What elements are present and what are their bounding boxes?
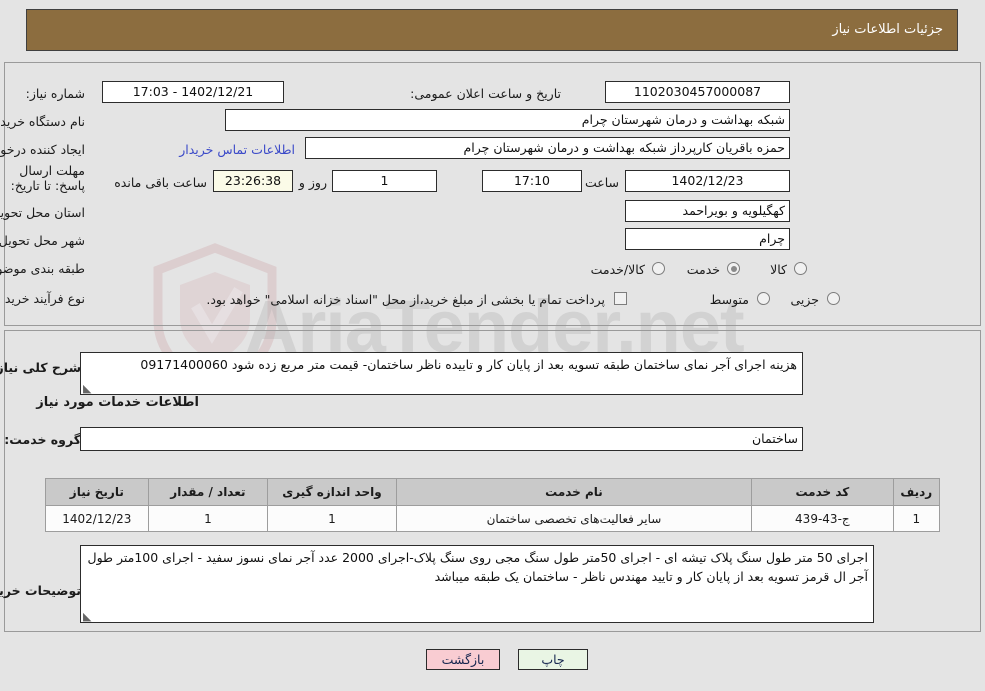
- col-service-code: کد خدمت: [751, 478, 894, 506]
- cell-unit: 1: [267, 505, 397, 532]
- col-quantity: تعداد / مقدار: [147, 478, 269, 506]
- table-header-row: ردیف کد خدمت نام خدمت واحد اندازه گیری ت…: [45, 478, 941, 506]
- buyer-notes-text: اجرای 50 متر طول سنگ پلاک تیشه ای - اجرا…: [87, 550, 869, 584]
- service-group-value[interactable]: ساختمان: [80, 427, 803, 451]
- buyer-org-label: نام دستگاه خریدار:: [0, 114, 85, 129]
- resize-grip-icon[interactable]: ◣: [83, 611, 91, 622]
- radio-process-motavaset[interactable]: [757, 292, 770, 305]
- cell-service-code: ج-43-439: [751, 505, 894, 532]
- deadline-time-value[interactable]: 17:10: [482, 170, 582, 192]
- remaining-days-value[interactable]: 1: [332, 170, 437, 192]
- remaining-hours-label: ساعت باقی مانده: [114, 175, 207, 190]
- radio-process-jozei[interactable]: [827, 292, 840, 305]
- deadline-date-value[interactable]: 1402/12/23: [625, 170, 790, 192]
- radio-label-motavaset: متوسط: [709, 292, 749, 307]
- page-title: جزئیات اطلاعات نیاز: [832, 22, 943, 37]
- countdown-value: 23:26:38: [213, 170, 293, 192]
- radio-classification-kala[interactable]: [794, 262, 807, 275]
- cell-need-date: 1402/12/23: [45, 505, 149, 532]
- announce-datetime-value[interactable]: 1402/12/21 - 17:03: [102, 81, 284, 103]
- deadline-label: مهلت ارسال پاسخ: تا تاریخ:: [10, 163, 85, 193]
- treasury-docs-checkbox[interactable]: [614, 292, 627, 305]
- radio-label-khedmat: خدمت: [686, 262, 720, 277]
- col-service-name: نام خدمت: [395, 478, 753, 506]
- cell-quantity: 1: [147, 505, 269, 532]
- need-number-label: شماره نیاز:: [25, 86, 85, 101]
- services-table: ردیف کد خدمت نام خدمت واحد اندازه گیری ت…: [45, 478, 941, 532]
- province-label: استان محل تحویل:: [0, 205, 85, 220]
- deadline-hour-label: ساعت: [584, 175, 619, 190]
- city-label: شهر محل تحویل:: [0, 233, 85, 248]
- services-heading: اطلاعات خدمات مورد نیاز: [36, 395, 199, 410]
- service-group-label: گروه خدمت:: [4, 432, 81, 447]
- buyer-org-value[interactable]: شبکه بهداشت و درمان شهرستان چرام: [225, 109, 790, 131]
- summary-text: هزینه اجرای آجر نمای ساختمان طبقه تسویه …: [140, 357, 797, 372]
- province-value[interactable]: کهگیلویه و بویراحمد: [625, 200, 790, 222]
- page-root: AriaTender.net جزئیات اطلاعات نیاز شماره…: [0, 0, 985, 691]
- cell-service-name: سایر فعالیت‌های تخصصی ساختمان: [395, 505, 753, 532]
- classification-label: طبقه بندی موضوعی:: [0, 261, 85, 276]
- buyer-notes-textarea[interactable]: اجرای 50 متر طول سنگ پلاک تیشه ای - اجرا…: [80, 545, 874, 623]
- city-value[interactable]: چرام: [625, 228, 790, 250]
- col-unit: واحد اندازه گیری: [267, 478, 397, 506]
- requester-value[interactable]: حمزه باقریان کارپرداز شبکه بهداشت و درما…: [305, 137, 790, 159]
- summary-textarea[interactable]: هزینه اجرای آجر نمای ساختمان طبقه تسویه …: [80, 352, 803, 395]
- page-header: جزئیات اطلاعات نیاز: [26, 9, 958, 51]
- summary-label: شرح کلی نیاز:: [0, 360, 81, 375]
- process-type-label: نوع فرآیند خرید :: [0, 291, 85, 306]
- days-and-label: روز و: [298, 175, 327, 190]
- announce-datetime-label: تاریخ و ساعت اعلان عمومی:: [410, 86, 561, 101]
- col-row-no: ردیف: [892, 478, 941, 506]
- cell-row-no: 1: [892, 505, 941, 532]
- need-number-value[interactable]: 1102030457000087: [605, 81, 790, 103]
- radio-label-jozei: جزیی: [790, 292, 819, 307]
- print-button[interactable]: چاپ: [518, 649, 588, 670]
- buyer-notes-label: توضیحات خریدار:: [0, 583, 81, 598]
- radio-classification-kala-khedmat[interactable]: [652, 262, 665, 275]
- radio-classification-khedmat[interactable]: [727, 262, 740, 275]
- resize-grip-icon[interactable]: ◣: [83, 383, 91, 394]
- col-need-date: تاریخ نیاز: [45, 478, 149, 506]
- requester-label: ایجاد کننده درخواست:: [0, 142, 85, 157]
- treasury-docs-note: پرداخت تمام یا بخشی از مبلغ خرید،از محل …: [206, 292, 605, 307]
- table-row[interactable]: 1 ج-43-439 سایر فعالیت‌های تخصصی ساختمان…: [45, 505, 941, 532]
- buyer-contact-link[interactable]: اطلاعات تماس خریدار: [179, 142, 295, 157]
- back-button[interactable]: بازگشت: [426, 649, 500, 670]
- radio-label-kala: کالا: [770, 262, 787, 277]
- radio-label-kala-khedmat: کالا/خدمت: [590, 262, 645, 277]
